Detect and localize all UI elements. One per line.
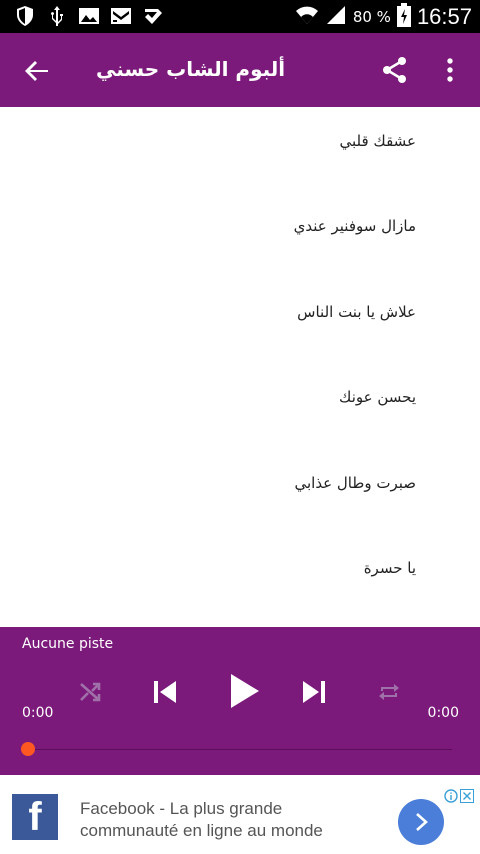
song-item[interactable]: علاش يا بنت الناس xyxy=(297,297,416,327)
song-item[interactable]: صبرت وطال عذابي xyxy=(294,468,416,498)
wifi-icon xyxy=(295,4,319,30)
clock: 16:57 xyxy=(416,4,472,29)
status-bar: 80 % 16:57 xyxy=(0,0,480,33)
usb-icon xyxy=(46,5,68,27)
shuffle-icon[interactable] xyxy=(76,677,106,707)
signal-icon xyxy=(325,4,347,30)
music-player: Aucune piste 0:00 0:00 xyxy=(0,627,480,775)
check-icon xyxy=(142,5,164,27)
battery-charging-icon xyxy=(396,3,411,31)
image-icon xyxy=(78,5,100,27)
play-icon[interactable] xyxy=(224,671,264,711)
song-item[interactable]: مازال سوفنير عندي xyxy=(294,211,416,241)
song-item[interactable]: يحسن عونك xyxy=(339,382,416,412)
more-options-icon[interactable] xyxy=(438,55,462,85)
ad-headline: Facebook - La plus grande xyxy=(80,799,283,818)
ad-open-button[interactable] xyxy=(398,799,444,845)
facebook-logo: f xyxy=(12,794,58,840)
seek-thumb[interactable] xyxy=(21,742,35,756)
page-title: ألبوم الشاب حسني xyxy=(96,57,286,81)
elapsed-time: 0:00 xyxy=(22,705,54,721)
repeat-icon[interactable] xyxy=(374,677,404,707)
back-arrow-icon[interactable] xyxy=(22,56,52,86)
battery-percent: 80 % xyxy=(352,8,391,26)
song-item[interactable]: عشقك قلبي xyxy=(340,126,417,156)
ad-banner[interactable]: f Facebook - La plus grande communauté e… xyxy=(0,775,480,854)
share-icon[interactable] xyxy=(380,55,410,85)
total-time: 0:00 xyxy=(427,705,459,721)
song-item[interactable]: يا حسرة xyxy=(364,553,416,583)
ad-subline: communauté en ligne au monde xyxy=(80,821,323,840)
song-list: عشقك قلبي مازال سوفنير عندي علاش يا بنت … xyxy=(0,107,480,627)
mail-icon xyxy=(110,5,132,27)
seek-bar[interactable] xyxy=(21,742,452,756)
previous-icon[interactable] xyxy=(150,677,180,707)
track-title: Aucune piste xyxy=(22,636,114,652)
app-bar: ألبوم الشاب حسني xyxy=(0,33,480,107)
next-icon[interactable] xyxy=(299,677,329,707)
shield-icon xyxy=(14,5,36,27)
ad-close-icon[interactable] xyxy=(460,788,474,803)
ad-info-icon[interactable] xyxy=(444,788,458,803)
